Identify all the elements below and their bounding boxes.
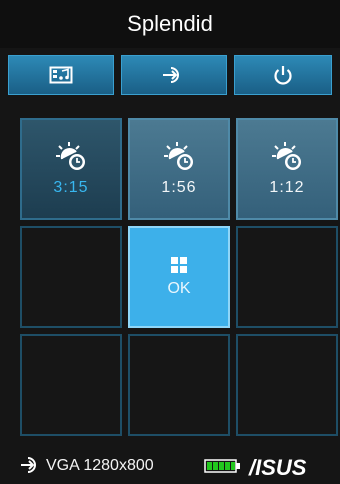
picture-music-button[interactable] <box>8 55 114 95</box>
sun-clock-icon <box>164 142 193 170</box>
app-title: Splendid <box>0 0 340 48</box>
sun-clock-icon <box>56 142 85 170</box>
profile-time: 1:12 <box>269 179 305 196</box>
profile-tile-2[interactable]: 1:56 <box>128 118 230 220</box>
input-source-icon <box>163 67 179 83</box>
empty-tile[interactable] <box>236 334 338 436</box>
ok-button[interactable]: OK <box>128 226 230 328</box>
input-source-button[interactable] <box>121 55 227 95</box>
sun-clock-icon <box>272 142 301 170</box>
toolbar <box>0 55 340 97</box>
battery-full-icon <box>204 459 240 473</box>
profile-time: 3:15 <box>53 179 89 196</box>
empty-tile[interactable] <box>128 334 230 436</box>
ok-label: OK <box>167 280 191 297</box>
profile-tile-3[interactable]: 1:12 <box>236 118 338 220</box>
power-button[interactable] <box>234 55 332 95</box>
profile-tile-1[interactable]: 3:15 <box>20 118 122 220</box>
status-bar: VGA 1280x800 /ISUS <box>0 448 340 484</box>
empty-tile[interactable] <box>20 334 122 436</box>
input-source-label: VGA 1280x800 <box>46 457 154 474</box>
brand-logo: /ISUS <box>249 455 307 480</box>
empty-tile[interactable] <box>20 226 122 328</box>
empty-tile[interactable] <box>236 226 338 328</box>
picture-music-icon <box>49 66 73 84</box>
four-squares-icon <box>171 257 187 273</box>
power-icon <box>274 66 292 85</box>
input-source-icon <box>21 457 36 473</box>
profile-time: 1:56 <box>161 179 197 196</box>
